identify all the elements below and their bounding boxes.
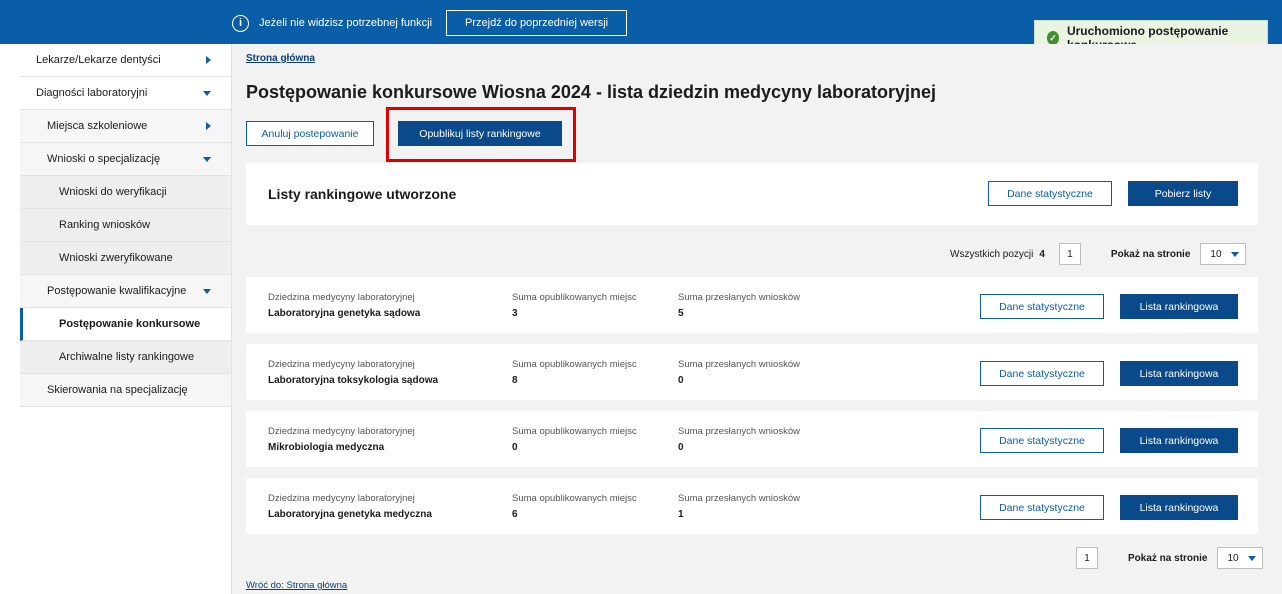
- ranking-list-button[interactable]: Lista rankingowa: [1120, 294, 1238, 319]
- topbar-info-text: Jeżeli nie widzisz potrzebnej funkcji: [259, 17, 433, 29]
- field-value: Laboratoryjna genetyka medyczna: [268, 509, 432, 520]
- caret-down-icon: [203, 90, 211, 96]
- table-row: Dziedzina medycyny laboratoryjnej Mikrob…: [246, 411, 1258, 467]
- per-page-select[interactable]: 10: [1200, 243, 1247, 265]
- check-icon: ✓: [1047, 31, 1059, 45]
- sidebar-item-qualification-procedure[interactable]: Postępowanie kwalifikacyjne: [20, 275, 231, 308]
- submitted-column-label: Suma przesłanych wniosków: [678, 426, 800, 437]
- main-content: Strona główna Postępowanie konkursowe Wi…: [232, 44, 1282, 594]
- field-column-label: Dziedzina medycyny laboratoryjnej: [268, 426, 415, 437]
- sidebar-item-doctors[interactable]: Lekarze/Lekarze dentyści: [20, 44, 231, 77]
- page-title: Postępowanie konkursowe Wiosna 2024 - li…: [246, 82, 937, 102]
- info-icon: i: [232, 14, 249, 32]
- sidebar-item-applications-to-verify[interactable]: Wnioski do weryfikacji: [20, 176, 231, 209]
- chevron-down-icon: [1248, 555, 1257, 561]
- per-page-value: 10: [1210, 248, 1222, 260]
- per-page-label: Pokaż na stronie: [1128, 552, 1208, 564]
- back-link[interactable]: Wróć do: Strona główna: [246, 580, 347, 591]
- sidebar-item-specialization-applications[interactable]: Wnioski o specjalizację: [20, 143, 231, 176]
- cancel-procedure-button[interactable]: Anuluj postepowanie: [246, 121, 374, 146]
- statistics-button[interactable]: Dane statystyczne: [988, 181, 1112, 206]
- highlight-box: [386, 107, 576, 162]
- previous-version-button[interactable]: Przejdź do poprzedniej wersji: [446, 10, 628, 36]
- row-statistics-button[interactable]: Dane statystyczne: [980, 294, 1104, 319]
- published-value: 0: [512, 442, 518, 453]
- total-items-label: Wszystkich pozycji: [950, 248, 1034, 260]
- submitted-value: 0: [678, 442, 684, 453]
- sidebar-item-competition-procedure[interactable]: Postępowanie konkursowe: [20, 308, 231, 341]
- field-value: Mikrobiologia medyczna: [268, 442, 385, 453]
- published-column-label: Suma opublikowanych miejsc: [512, 426, 637, 437]
- sidebar-item-label: Ranking wniosków: [59, 219, 151, 231]
- sidebar: Lekarze/Lekarze dentyści Diagności labor…: [20, 44, 232, 594]
- topbar-info: i Jeżeli nie widzisz potrzebnej funkcji …: [232, 10, 628, 36]
- ranking-list-button[interactable]: Lista rankingowa: [1120, 495, 1238, 520]
- sidebar-item-label: Wnioski zweryfikowane: [59, 252, 173, 264]
- sidebar-item-label: Skierowania na specjalizację: [47, 384, 188, 396]
- sidebar-item-label: Wnioski do weryfikacji: [59, 186, 167, 198]
- per-page-value: 10: [1227, 552, 1239, 564]
- chevron-down-icon: [1231, 251, 1240, 257]
- sidebar-item-label: Postępowanie konkursowe: [59, 318, 201, 330]
- submitted-value: 1: [678, 509, 684, 520]
- row-statistics-button[interactable]: Dane statystyczne: [980, 428, 1104, 453]
- caret-right-icon: [206, 56, 211, 64]
- table-row: Dziedzina medycyny laboratoryjnej Labora…: [246, 478, 1258, 534]
- row-statistics-button[interactable]: Dane statystyczne: [980, 495, 1104, 520]
- submitted-column-label: Suma przesłanych wniosków: [678, 292, 800, 303]
- published-column-label: Suma opublikowanych miejsc: [512, 493, 637, 504]
- caret-right-icon: [206, 122, 211, 130]
- sidebar-item-verified-applications[interactable]: Wnioski zweryfikowane: [20, 242, 231, 275]
- published-value: 6: [512, 509, 518, 520]
- published-value: 3: [512, 308, 518, 319]
- field-value: Laboratoryjna genetyka sądowa: [268, 308, 421, 319]
- submitted-value: 0: [678, 375, 684, 386]
- sidebar-item-specialization-referrals[interactable]: Skierowania na specjalizację: [20, 374, 231, 407]
- row-statistics-button[interactable]: Dane statystyczne: [980, 361, 1104, 386]
- download-lists-button[interactable]: Pobierz listy: [1128, 181, 1238, 206]
- ranking-list-button[interactable]: Lista rankingowa: [1120, 361, 1238, 386]
- page-input[interactable]: 1: [1058, 243, 1081, 265]
- per-page-select[interactable]: 10: [1217, 547, 1264, 569]
- submitted-column-label: Suma przesłanych wniosków: [678, 359, 800, 370]
- pagination-top: Wszystkich pozycji 4 1 Pokaż na stronie …: [950, 243, 1247, 265]
- sidebar-item-label: Postępowanie kwalifikacyjne: [47, 285, 187, 297]
- sidebar-item-label: Miejsca szkoleniowe: [47, 120, 148, 132]
- published-value: 8: [512, 375, 518, 386]
- sidebar-item-label: Archiwalne listy rankingowe: [59, 351, 195, 363]
- published-column-label: Suma opublikowanych miejsc: [512, 359, 637, 370]
- pagination-bottom: 1 Pokaż na stronie 10: [1076, 547, 1264, 569]
- sidebar-item-archived-ranking-lists[interactable]: Archiwalne listy rankingowe: [20, 341, 231, 374]
- breadcrumb[interactable]: Strona główna: [246, 53, 315, 64]
- ranking-list-button[interactable]: Lista rankingowa: [1120, 428, 1238, 453]
- total-items-value: 4: [1039, 248, 1045, 260]
- sidebar-item-training-places[interactable]: Miejsca szkoleniowe: [20, 110, 231, 143]
- caret-down-icon: [203, 156, 211, 162]
- field-column-label: Dziedzina medycyny laboratoryjnej: [268, 292, 415, 303]
- sidebar-item-applications-ranking[interactable]: Ranking wniosków: [20, 209, 231, 242]
- table-row: Dziedzina medycyny laboratoryjnej Labora…: [246, 344, 1258, 400]
- page-input[interactable]: 1: [1076, 547, 1098, 569]
- published-column-label: Suma opublikowanych miejsc: [512, 292, 637, 303]
- sidebar-item-label: Lekarze/Lekarze dentyści: [36, 54, 161, 66]
- table-row: Dziedzina medycyny laboratoryjnej Labora…: [246, 277, 1258, 333]
- submitted-column-label: Suma przesłanych wniosków: [678, 493, 800, 504]
- field-column-label: Dziedzina medycyny laboratoryjnej: [268, 493, 415, 504]
- sidebar-item-label: Wnioski o specjalizację: [47, 153, 161, 165]
- ranking-lists-card: Listy rankingowe utworzone Dane statysty…: [246, 163, 1258, 225]
- sidebar-item-label: Diagności laboratoryjni: [36, 87, 148, 99]
- ranking-lists-title: Listy rankingowe utworzone: [268, 186, 457, 202]
- submitted-value: 5: [678, 308, 684, 319]
- field-value: Laboratoryjna toksykologia sądowa: [268, 375, 439, 386]
- field-column-label: Dziedzina medycyny laboratoryjnej: [268, 359, 415, 370]
- sidebar-item-lab-diagnosticians[interactable]: Diagności laboratoryjni: [20, 77, 231, 110]
- per-page-label: Pokaż na stronie: [1110, 248, 1191, 260]
- caret-down-icon: [203, 288, 211, 294]
